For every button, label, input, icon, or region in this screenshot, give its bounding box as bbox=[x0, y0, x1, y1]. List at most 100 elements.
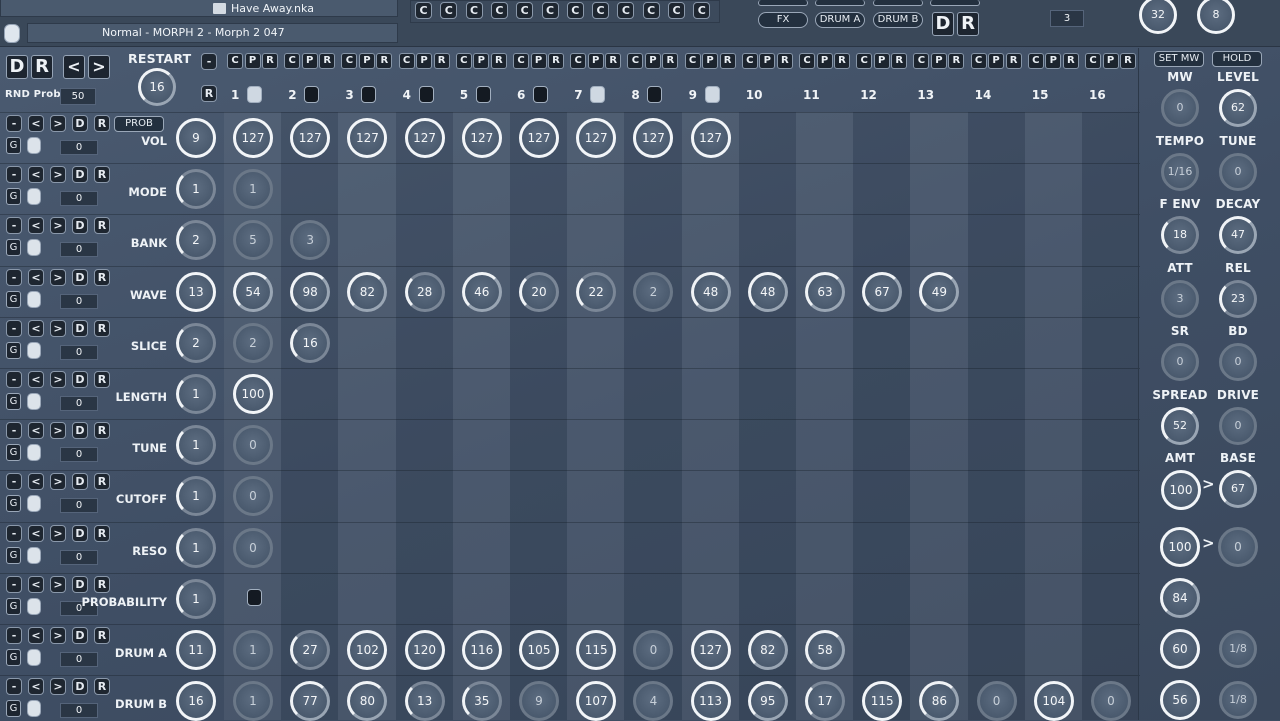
step-cpr-button[interactable]: C bbox=[455, 53, 472, 69]
param-knob[interactable]: 0 bbox=[1219, 406, 1257, 445]
global-r-button[interactable]: R bbox=[31, 55, 53, 79]
row-control-button[interactable]: R bbox=[94, 473, 110, 491]
row-knob[interactable]: 1 bbox=[176, 374, 216, 414]
step-knob[interactable]: 27 bbox=[290, 630, 331, 670]
row-control-button[interactable]: D bbox=[72, 166, 88, 184]
row-knob[interactable]: 11 bbox=[176, 630, 216, 670]
param-knob[interactable]: 0 bbox=[1161, 89, 1199, 127]
step-cpr-button[interactable]: R bbox=[262, 53, 278, 69]
step-cpr-button[interactable]: C bbox=[684, 53, 701, 69]
step-knob[interactable]: 16 bbox=[290, 322, 331, 363]
step-knob[interactable]: 0 bbox=[1091, 681, 1131, 721]
row-control-button[interactable]: D bbox=[72, 473, 88, 491]
step-cpr-button[interactable]: C bbox=[970, 53, 987, 69]
row-knob[interactable]: 1 bbox=[176, 169, 216, 210]
param-knob[interactable]: 1/16 bbox=[1161, 152, 1199, 191]
row-control-button[interactable]: > bbox=[50, 422, 66, 440]
step-knob[interactable]: 127 bbox=[290, 118, 331, 158]
row-control-button[interactable]: > bbox=[50, 575, 66, 593]
step-knob[interactable]: 0 bbox=[233, 425, 273, 466]
step-knob[interactable]: 77 bbox=[290, 681, 331, 721]
step-knob[interactable]: 2 bbox=[633, 271, 674, 312]
step-cpr-button[interactable]: R bbox=[319, 53, 336, 69]
param-knob[interactable]: 52 bbox=[1161, 406, 1199, 445]
hold-button[interactable]: HOLD bbox=[1212, 51, 1262, 67]
row-control-button[interactable]: < bbox=[28, 217, 44, 235]
top-c-button[interactable]: C bbox=[490, 2, 508, 19]
param-knob[interactable]: 100 bbox=[1161, 470, 1201, 510]
step-cpr-button[interactable]: C bbox=[913, 53, 930, 69]
row-gate-toggle[interactable] bbox=[27, 188, 41, 206]
top-c-button[interactable]: C bbox=[440, 2, 458, 19]
step-knob[interactable]: 115 bbox=[862, 681, 903, 721]
step-knob[interactable]: 58 bbox=[805, 630, 845, 670]
param-knob[interactable]: 3 bbox=[1161, 279, 1199, 318]
row-control-button[interactable]: - bbox=[6, 319, 22, 337]
drive-pill[interactable] bbox=[930, 0, 980, 6]
step-cpr-button[interactable]: P bbox=[816, 53, 833, 69]
step-cpr-button[interactable]: R bbox=[1062, 53, 1079, 69]
row-knob[interactable]: 2 bbox=[176, 322, 216, 363]
step-knob[interactable]: 22 bbox=[576, 271, 617, 312]
drum-a-level-knob[interactable]: 60 bbox=[1160, 629, 1200, 669]
step-knob[interactable]: 2 bbox=[233, 322, 273, 363]
step-knob[interactable]: 35 bbox=[461, 681, 502, 721]
row-control-button[interactable]: > bbox=[50, 524, 66, 542]
row-control-button[interactable]: R bbox=[94, 575, 110, 593]
row-g-button[interactable]: G bbox=[6, 444, 21, 462]
prev-button[interactable]: < bbox=[63, 55, 85, 79]
row-control-button[interactable]: D bbox=[72, 217, 88, 235]
row-knob[interactable]: 1 bbox=[176, 425, 216, 466]
row-control-button[interactable]: D bbox=[72, 524, 88, 542]
row-gate-toggle[interactable] bbox=[27, 290, 41, 308]
probability-step-toggle[interactable] bbox=[247, 588, 262, 606]
row-gate-toggle[interactable] bbox=[27, 137, 41, 154]
rnd-prob-value[interactable]: 50 bbox=[60, 88, 96, 105]
row-control-button[interactable]: > bbox=[50, 268, 66, 286]
step-knob[interactable]: 104 bbox=[1033, 681, 1074, 721]
row-control-button[interactable]: < bbox=[28, 575, 44, 593]
row-gate-toggle[interactable] bbox=[27, 393, 41, 410]
param-knob[interactable]: 67 bbox=[1219, 470, 1257, 508]
step-knob[interactable]: 127 bbox=[519, 118, 559, 158]
row-control-button[interactable]: R bbox=[94, 371, 110, 388]
row-control-button[interactable]: < bbox=[28, 268, 44, 286]
row-gate-toggle[interactable] bbox=[27, 444, 41, 462]
top-knob-2[interactable]: 8 bbox=[1197, 0, 1235, 34]
row-control-button[interactable]: D bbox=[72, 115, 88, 132]
steps-pill-2[interactable] bbox=[815, 0, 865, 6]
row-gate-toggle[interactable] bbox=[27, 546, 41, 564]
row-control-button[interactable]: - bbox=[6, 422, 22, 440]
row-g-button[interactable]: G bbox=[6, 341, 21, 359]
step-enable-toggle[interactable] bbox=[533, 86, 548, 103]
row-control-button[interactable]: D bbox=[72, 371, 88, 388]
step-enable-toggle[interactable] bbox=[361, 86, 377, 103]
step-cpr-button[interactable]: R bbox=[605, 53, 622, 69]
top-c-button[interactable]: C bbox=[668, 2, 685, 19]
restart-minus-button[interactable]: - bbox=[201, 53, 217, 70]
row-control-button[interactable]: > bbox=[50, 371, 66, 388]
step-cpr-button[interactable]: C bbox=[1027, 53, 1044, 69]
row-control-button[interactable]: - bbox=[6, 166, 22, 184]
row-control-button[interactable]: > bbox=[50, 115, 66, 132]
step-cpr-button[interactable]: C bbox=[856, 53, 873, 69]
row-control-button[interactable]: - bbox=[6, 524, 22, 542]
row-knob[interactable]: 1 bbox=[176, 527, 216, 568]
step-cpr-button[interactable]: R bbox=[948, 53, 965, 69]
step-knob[interactable]: 28 bbox=[404, 271, 445, 312]
preset-name-field[interactable]: Normal - MORPH 2 - Morph 2 047 bbox=[27, 23, 398, 43]
steps-pill-3[interactable] bbox=[873, 0, 923, 6]
row-control-button[interactable]: - bbox=[6, 575, 22, 593]
top-c-button[interactable]: C bbox=[516, 2, 534, 19]
step-cpr-button[interactable]: C bbox=[284, 53, 301, 69]
row-g-button[interactable]: G bbox=[6, 137, 21, 154]
step-enable-toggle[interactable] bbox=[475, 86, 491, 103]
row-control-button[interactable]: R bbox=[94, 115, 110, 132]
row-g-button[interactable]: G bbox=[6, 649, 21, 666]
step-cpr-button[interactable]: P bbox=[530, 53, 547, 69]
row-control-button[interactable]: < bbox=[28, 473, 44, 491]
row-control-button[interactable]: > bbox=[50, 166, 66, 184]
row-knob[interactable]: 13 bbox=[176, 271, 216, 312]
step-knob[interactable]: 1 bbox=[233, 630, 273, 670]
row-g-button[interactable]: G bbox=[6, 495, 21, 513]
